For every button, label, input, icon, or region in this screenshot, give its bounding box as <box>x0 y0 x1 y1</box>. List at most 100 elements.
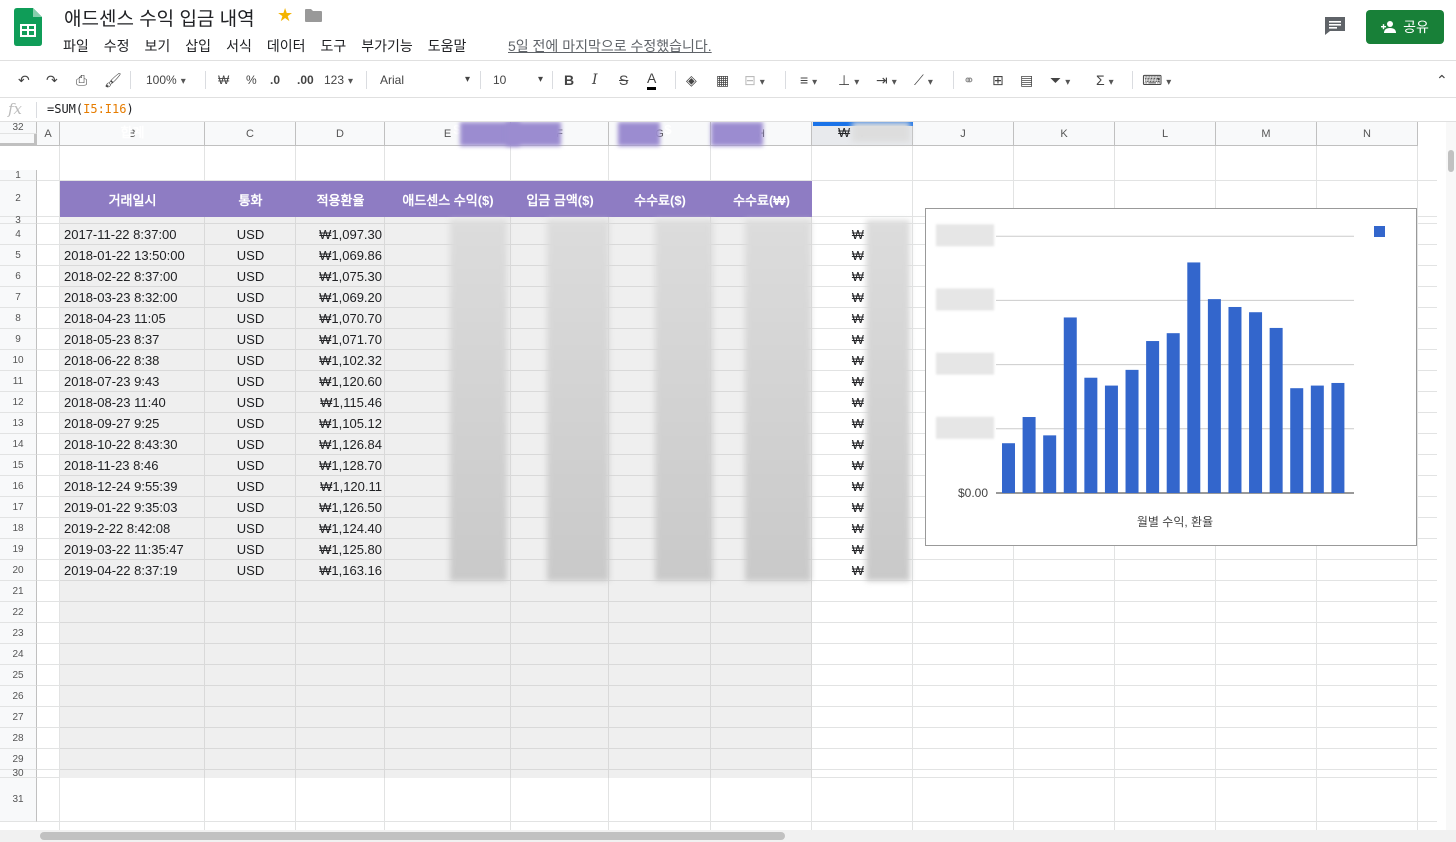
cell-currency[interactable]: USD <box>205 455 296 476</box>
cell-won-symbol[interactable]: ₩ <box>812 308 864 329</box>
row-header[interactable]: 20 <box>0 560 37 581</box>
row-header[interactable]: 29 <box>0 749 37 770</box>
cell-date[interactable]: 2018-12-24 9:55:39 <box>64 476 204 497</box>
row-header[interactable]: 18 <box>0 518 37 539</box>
cell-currency[interactable]: USD <box>205 560 296 581</box>
menu-tools[interactable]: 도구 <box>320 36 346 56</box>
cell-date[interactable]: 2018-07-23 9:43 <box>64 371 204 392</box>
cell-won-symbol[interactable]: ₩ <box>812 560 864 581</box>
font-size-select[interactable]: 10 ▾ <box>493 70 543 90</box>
cell-rate[interactable]: ₩1,097.30 <box>296 224 382 245</box>
cell-currency[interactable]: USD <box>205 518 296 539</box>
menu-addons[interactable]: 부가기능 <box>361 36 413 56</box>
cell-currency[interactable]: USD <box>205 434 296 455</box>
cell-won-symbol[interactable]: ₩ <box>812 497 864 518</box>
text-color-icon[interactable]: A <box>647 70 657 90</box>
row-header[interactable]: 30 <box>0 768 37 779</box>
cell-rate[interactable]: ₩1,163.16 <box>296 560 382 581</box>
cell-currency[interactable]: USD <box>205 329 296 350</box>
redo-icon[interactable]: ↷ <box>46 70 58 90</box>
row-header[interactable]: 27 <box>0 707 37 728</box>
column-title[interactable]: 애드센스 수익($) <box>385 181 511 217</box>
row-header[interactable]: 17 <box>0 497 37 518</box>
vertical-scrollbar[interactable] <box>1446 122 1456 830</box>
cell-won-symbol[interactable]: ₩ <box>812 413 864 434</box>
row-header[interactable]: 2 <box>0 181 37 217</box>
cell-date[interactable]: 2018-05-23 8:37 <box>64 329 204 350</box>
bar-chart[interactable]: $0.00 월별 수익, 환율 <box>925 208 1417 546</box>
collapse-toolbar-icon[interactable]: ⌃ <box>1436 70 1448 90</box>
row-header[interactable]: 25 <box>0 665 37 686</box>
column-header-j[interactable]: J <box>913 122 1014 146</box>
sheets-logo-icon[interactable] <box>14 8 42 46</box>
folder-icon[interactable] <box>305 9 322 22</box>
cell-won-symbol[interactable]: ₩ <box>812 350 864 371</box>
row-header[interactable]: 22 <box>0 602 37 623</box>
cell-currency[interactable]: USD <box>205 371 296 392</box>
column-title[interactable]: 수수료(₩) <box>711 181 812 217</box>
row-header[interactable]: 14 <box>0 434 37 455</box>
fill-color-icon[interactable]: ◈ <box>686 70 697 90</box>
comment-icon[interactable] <box>1324 16 1346 36</box>
column-header-a[interactable]: A <box>37 122 60 146</box>
increase-decimal-button[interactable]: .00 <box>297 70 314 90</box>
cell-rate[interactable]: ₩1,071.70 <box>296 329 382 350</box>
cell-currency[interactable]: USD <box>205 287 296 308</box>
cell-rate[interactable]: ₩1,070.70 <box>296 308 382 329</box>
row-header[interactable]: 3 <box>0 215 37 226</box>
row-header[interactable]: 5 <box>0 245 37 266</box>
currency-format-button[interactable]: ₩ <box>218 70 229 90</box>
undo-icon[interactable]: ↶ <box>18 70 30 90</box>
row-header[interactable]: 32 <box>0 122 37 134</box>
cell-currency[interactable]: USD <box>205 224 296 245</box>
cell-currency[interactable]: USD <box>205 392 296 413</box>
row-header[interactable]: 1 <box>0 170 37 181</box>
row-header[interactable]: 4 <box>0 224 37 245</box>
more-formats-select[interactable]: 123 <box>324 70 353 90</box>
cell-rate[interactable]: ₩1,069.20 <box>296 287 382 308</box>
row-header[interactable]: 11 <box>0 371 37 392</box>
cell-rate[interactable]: ₩1,115.46 <box>296 392 382 413</box>
row-header[interactable]: 16 <box>0 476 37 497</box>
cell-rate[interactable]: ₩1,102.32 <box>296 350 382 371</box>
row-header[interactable]: 9 <box>0 329 37 350</box>
row-header[interactable]: 8 <box>0 308 37 329</box>
star-icon[interactable]: ★ <box>277 5 293 26</box>
column-title[interactable]: 수수료($) <box>609 181 711 217</box>
cell-date[interactable]: 2019-03-22 11:35:47 <box>64 539 204 560</box>
total-label[interactable]: 합계 <box>60 122 205 141</box>
merge-cells-icon[interactable]: ⊟ <box>744 70 765 90</box>
cell-won-symbol[interactable]: ₩ <box>812 224 864 245</box>
cell-won-symbol[interactable]: ₩ <box>812 476 864 497</box>
row-header[interactable]: 7 <box>0 287 37 308</box>
row-header[interactable]: 10 <box>0 350 37 371</box>
formula-input[interactable]: =SUM(I5:I16) <box>47 102 134 116</box>
cell-currency[interactable]: USD <box>205 497 296 518</box>
cell-won-symbol[interactable]: ₩ <box>812 392 864 413</box>
cell-rate[interactable]: ₩1,120.60 <box>296 371 382 392</box>
borders-icon[interactable]: ▦ <box>716 70 729 90</box>
cell-currency[interactable]: USD <box>205 350 296 371</box>
row-header[interactable]: 21 <box>0 581 37 602</box>
cell-currency[interactable]: USD <box>205 308 296 329</box>
decrease-decimal-button[interactable]: .0 <box>270 70 280 90</box>
functions-icon[interactable]: Σ <box>1096 70 1114 90</box>
cell-won-symbol[interactable]: ₩ <box>812 434 864 455</box>
cell-date[interactable]: 2018-10-22 8:43:30 <box>64 434 204 455</box>
row-header[interactable]: 24 <box>0 644 37 665</box>
column-title[interactable]: 적용환율 <box>296 181 385 217</box>
filter-icon[interactable]: ⏷ <box>1050 70 1070 90</box>
vertical-align-icon[interactable]: ⊥ <box>838 70 859 90</box>
menu-view[interactable]: 보기 <box>145 36 171 56</box>
input-tools-icon[interactable]: ⌨ <box>1142 70 1171 90</box>
text-rotation-icon[interactable]: ⟋ <box>914 70 933 90</box>
cell-won-symbol[interactable]: ₩ <box>812 329 864 350</box>
italic-icon[interactable]: I <box>592 70 598 90</box>
horizontal-align-icon[interactable]: ≡ <box>800 70 817 90</box>
row-header[interactable]: 28 <box>0 728 37 749</box>
column-header-m[interactable]: M <box>1216 122 1317 146</box>
text-wrap-icon[interactable]: ⇥ <box>876 70 897 90</box>
row-header[interactable]: 12 <box>0 392 37 413</box>
insert-comment-icon[interactable]: ⊞ <box>992 70 1004 90</box>
cell-rate[interactable]: ₩1,069.86 <box>296 245 382 266</box>
